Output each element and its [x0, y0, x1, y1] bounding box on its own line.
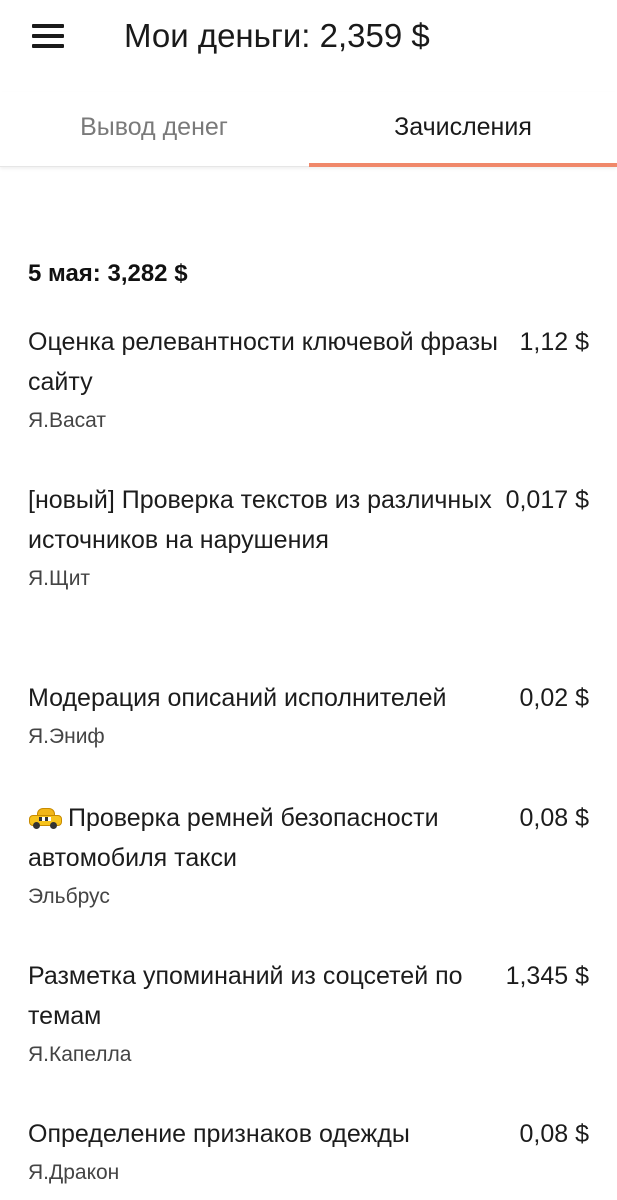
app-screen: Мои деньги: 2,359 $ Вывод денег Зачислен… — [0, 0, 617, 1200]
tab-bar: Вывод денег Зачисления — [0, 92, 617, 167]
task-amount: 0,08 $ — [519, 804, 589, 832]
menu-bar — [32, 34, 64, 38]
task-source: Я.Дракон — [28, 1161, 120, 1184]
task-title: Проверка ремней безопасности автомобиля … — [28, 804, 439, 872]
task-amount: 1,345 $ — [505, 962, 589, 990]
task-source: Я.Эниф — [28, 725, 105, 748]
task-title: Модерация описаний исполнителей — [28, 684, 447, 712]
task-source: Я.Капелла — [28, 1043, 132, 1066]
page-title: Мои деньги: 2,359 $ — [124, 17, 430, 54]
tab-withdraw[interactable]: Вывод денег — [0, 92, 308, 166]
list-item[interactable]: Проверка ремней безопасности автомобиля … — [0, 798, 617, 956]
task-amount: 0,017 $ — [505, 486, 589, 514]
hamburger-menu-icon[interactable] — [22, 14, 74, 58]
task-source: Я.Васат — [28, 409, 107, 432]
task-amount: 0,02 $ — [519, 684, 589, 712]
list-item[interactable]: [новый] Проверка текстов из различных ис… — [0, 480, 617, 678]
task-source: Эльбрус — [28, 885, 110, 908]
task-title: Разметка упоминаний из соцсетей по темам — [28, 962, 463, 1030]
task-title: [новый] Проверка текстов из различных ис… — [28, 486, 492, 554]
task-title-row: Проверка ремней безопасности автомобиля … — [28, 798, 498, 878]
task-amount: 1,12 $ — [519, 328, 589, 356]
app-header: Мои деньги: 2,359 $ — [0, 0, 617, 76]
task-amount: 0,08 $ — [519, 1120, 589, 1148]
list-item[interactable]: Оценка релевантности ключевой фразы сайт… — [0, 322, 617, 480]
menu-bar — [32, 44, 64, 48]
tab-accruals[interactable]: Зачисления — [309, 92, 617, 166]
taxi-icon — [28, 806, 62, 829]
active-tab-indicator — [309, 163, 617, 167]
menu-bar — [32, 24, 64, 28]
task-title: Определение признаков одежды — [28, 1120, 410, 1148]
task-title: Оценка релевантности ключевой фразы сайт… — [28, 328, 499, 396]
day-total-heading: 5 мая: 3,282 $ — [28, 260, 188, 287]
accruals-list: Оценка релевантности ключевой фразы сайт… — [0, 322, 617, 1200]
list-item[interactable]: Разметка упоминаний из соцсетей по темам… — [0, 956, 617, 1114]
list-item[interactable]: Модерация описаний исполнителей 0,02 $ Я… — [0, 678, 617, 798]
task-source: Я.Щит — [28, 567, 91, 590]
list-item[interactable]: Определение признаков одежды 0,08 $ Я.Др… — [0, 1114, 617, 1200]
